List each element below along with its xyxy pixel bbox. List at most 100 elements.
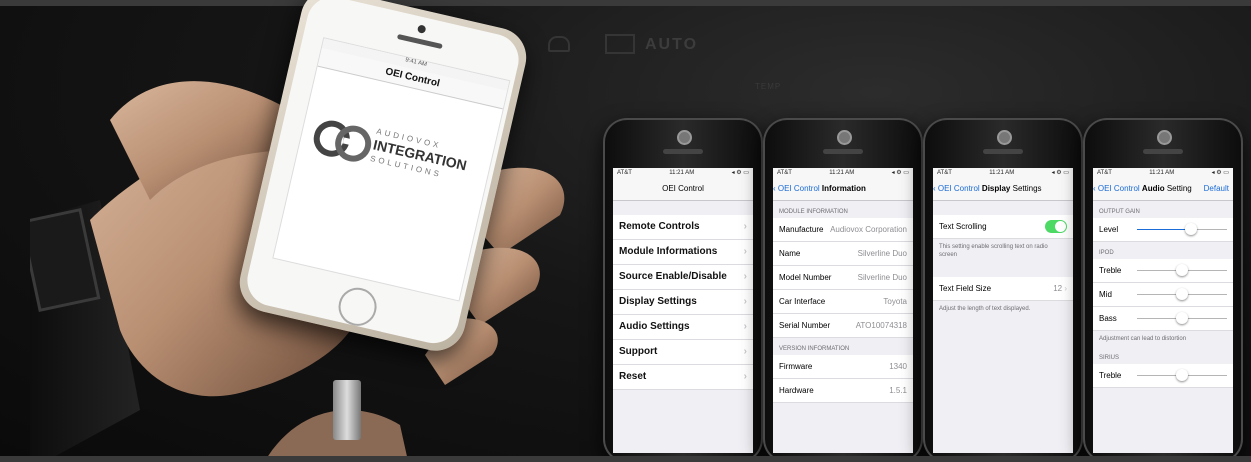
- chevron-right-icon: ›: [743, 271, 747, 282]
- ipod-eq-row-label: Bass: [1099, 314, 1117, 323]
- camera-icon: [677, 130, 692, 145]
- info-row-label: Name: [779, 249, 801, 258]
- info-row-label: Manufacture: [779, 225, 824, 234]
- menu-item-label: Reset: [619, 371, 647, 382]
- ipod-eq-row-slider[interactable]: [1137, 283, 1227, 306]
- menu-item[interactable]: Audio Settings ›: [613, 315, 753, 340]
- menu-item-label: Display Settings: [619, 296, 697, 307]
- sirius-eq-list: Treble: [1093, 364, 1233, 388]
- ipod-eq-row-label: Treble: [1099, 266, 1122, 275]
- menu-item[interactable]: Module Informations ›: [613, 240, 753, 265]
- status-bar: AT&T 11:21 AM ◂ ⚙ ▭: [773, 168, 913, 178]
- menu-item-label: Module Informations: [619, 246, 718, 257]
- version-info-list: Firmware 1340 Hardware 1.5.1: [773, 355, 913, 403]
- section-header: MODULE INFORMATION: [779, 209, 848, 215]
- text-scrolling-note: This setting enable scrolling text on ra…: [939, 244, 1048, 258]
- level-label: Level: [1099, 225, 1119, 234]
- nav-bar: Default ‹ OEI Control Audio Setting: [1093, 178, 1233, 201]
- ipod-eq-row-label: Mid: [1099, 290, 1112, 299]
- sirius-eq-row: Treble: [1093, 364, 1233, 388]
- level-row: Level: [1093, 218, 1233, 242]
- chevron-right-icon: ›: [743, 246, 747, 257]
- menu-item[interactable]: Display Settings ›: [613, 290, 753, 315]
- speaker-grille: [823, 149, 863, 154]
- info-row-value: 1.5.1: [889, 386, 907, 395]
- info-row: Model Number Silverline Duo: [773, 266, 913, 290]
- dashboard-rear-defrost-icon: [605, 34, 635, 54]
- top-border: [0, 0, 1251, 6]
- screen-audio-settings: AT&T 11:21 AM ◂ ⚙ ▭ Default ‹ OEI Control …: [1093, 168, 1233, 453]
- dashboard-temp-label: TEMP: [755, 82, 782, 91]
- speaker-grille: [1143, 149, 1183, 154]
- status-bar: AT&T 11:21 AM ◂ ⚙ ▭: [1093, 168, 1233, 178]
- menu-item[interactable]: Source Enable/Disable ›: [613, 265, 753, 290]
- menu-item-label: Remote Controls: [619, 221, 700, 232]
- bottom-border: [0, 456, 1251, 462]
- ipod-eq-row: Mid: [1093, 283, 1233, 307]
- chevron-right-icon: ›: [743, 296, 747, 307]
- info-row-label: Car Interface: [779, 297, 826, 306]
- nav-title: OEI Control: [613, 178, 753, 201]
- chevron-right-icon: ›: [743, 371, 747, 382]
- camera-icon: [416, 24, 427, 34]
- chevron-right-icon: ›: [743, 346, 747, 357]
- sirius-eq-row-label: Treble: [1099, 371, 1122, 380]
- text-scrolling-toggle[interactable]: [1045, 220, 1067, 233]
- phone-main-menu: AT&T 11:21 AM ◂ ⚙ ▭ OEI Control Remote Con…: [603, 118, 763, 462]
- menu-item[interactable]: Remote Controls ›: [613, 215, 753, 240]
- menu-item-label: Audio Settings: [619, 321, 690, 332]
- status-bar: AT&T 11:21 AM ◂ ⚙ ▭: [933, 168, 1073, 178]
- menu-item-label: Support: [619, 346, 658, 357]
- info-row: Firmware 1340: [773, 355, 913, 379]
- chevron-right-icon: ›: [1064, 284, 1067, 293]
- speaker-grille: [983, 149, 1023, 154]
- section-header: SIRIUS: [1099, 355, 1120, 361]
- info-row-label: Firmware: [779, 362, 813, 371]
- screen-information: AT&T 11:21 AM ◂ ⚙ ▭ ‹ OEI Control Informat…: [773, 168, 913, 453]
- ipod-eq-list: Treble Mid Bass: [1093, 259, 1233, 331]
- promo-banner: AUTO TEMP 9:41 AM OEI Control AUDIOVOX I…: [0, 0, 1251, 462]
- default-button[interactable]: Default: [1204, 178, 1229, 200]
- camera-icon: [1157, 130, 1172, 145]
- info-row: Hardware 1.5.1: [773, 379, 913, 403]
- info-row-value: 1340: [889, 362, 907, 371]
- info-row-value: Silverline Duo: [857, 273, 907, 282]
- text-field-size-note: Adjust the length of text displayed.: [939, 306, 1031, 312]
- info-row-value: ATO10074318: [855, 321, 907, 330]
- back-button[interactable]: ‹ OEI Control: [933, 184, 980, 193]
- text-scrolling-label: Text Scrolling: [939, 222, 987, 231]
- camera-icon: [997, 130, 1012, 145]
- nav-title: Information: [821, 184, 866, 193]
- info-row: Manufacture Audiovox Corporation: [773, 218, 913, 242]
- nav-bar: ‹ OEI Control Display Settings: [933, 178, 1073, 201]
- sirius-eq-row-slider[interactable]: [1137, 364, 1227, 387]
- phone-audio-settings: AT&T 11:21 AM ◂ ⚙ ▭ Default ‹ OEI Control …: [1083, 118, 1243, 462]
- level-slider[interactable]: [1137, 218, 1227, 241]
- section-header: OUTPUT GAIN: [1099, 209, 1140, 215]
- phone-display-settings: AT&T 11:21 AM ◂ ⚙ ▭ ‹ OEI Control Display …: [923, 118, 1083, 462]
- info-row-label: Model Number: [779, 273, 832, 282]
- info-row-label: Serial Number: [779, 321, 831, 330]
- back-button[interactable]: ‹ OEI Control: [1093, 184, 1140, 193]
- speaker-grille: [396, 33, 443, 50]
- logo-rings-icon: [313, 120, 372, 162]
- menu-item[interactable]: Reset ›: [613, 365, 753, 390]
- text-field-size-row[interactable]: Text Field Size 12 ›: [933, 277, 1073, 301]
- chevron-right-icon: ›: [743, 321, 747, 332]
- info-row: Name Silverline Duo: [773, 242, 913, 266]
- section-header: IPOD: [1099, 250, 1114, 256]
- ipod-eq-row-slider[interactable]: [1137, 307, 1227, 330]
- info-row-value: Audiovox Corporation: [830, 225, 907, 234]
- ipod-eq-row-slider[interactable]: [1137, 259, 1227, 282]
- ipod-eq-row: Bass: [1093, 307, 1233, 331]
- menu-list: Remote Controls › Module Informations › Sour…: [613, 215, 753, 390]
- nav-title-bold: Audio: [1141, 184, 1165, 193]
- text-field-size-value: 12: [1053, 284, 1063, 293]
- ipod-eq-row: Treble: [1093, 259, 1233, 283]
- text-field-size-label: Text Field Size: [939, 284, 992, 293]
- info-row-value: Silverline Duo: [857, 249, 907, 258]
- back-button[interactable]: ‹ OEI Control: [773, 184, 820, 193]
- home-button[interactable]: [334, 284, 381, 330]
- info-row-value: Toyota: [883, 297, 907, 306]
- menu-item[interactable]: Support ›: [613, 340, 753, 365]
